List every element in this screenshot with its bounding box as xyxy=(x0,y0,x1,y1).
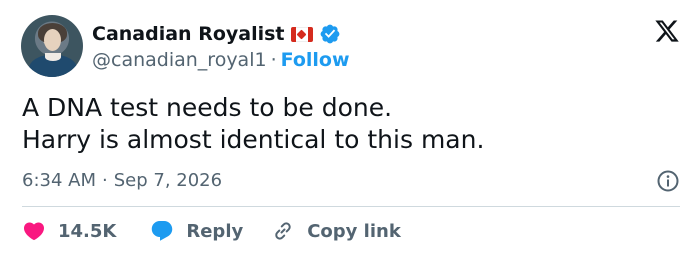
tweet-text: A DNA test needs to be done. Harry is al… xyxy=(22,92,682,156)
speech-bubble-icon xyxy=(152,221,173,241)
copy-link-button[interactable]: Copy link xyxy=(271,219,401,243)
tweet-date: Sep 7, 2026 xyxy=(113,169,223,191)
avatar-face xyxy=(44,29,61,51)
avatar[interactable] xyxy=(21,15,83,77)
timestamp-separator: · xyxy=(102,169,108,191)
author-handle[interactable]: @canadian_royal1 xyxy=(92,49,267,71)
canada-flag-icon xyxy=(290,26,313,42)
heart-icon xyxy=(23,222,45,241)
verified-badge-icon xyxy=(320,24,339,44)
author-handle-row: @canadian_royal1 · Follow xyxy=(92,48,350,72)
tweet-actions: 14.5K Reply Copy link xyxy=(22,217,401,245)
info-icon[interactable] xyxy=(656,169,680,193)
author-name-row: Canadian Royalist xyxy=(92,21,341,47)
handle-separator: · xyxy=(270,49,277,71)
tweet-line: A DNA test needs to be done. xyxy=(22,93,393,122)
tweet-timestamp[interactable]: 6:34 AM · Sep 7, 2026 xyxy=(22,167,222,193)
reply-label: Reply xyxy=(186,220,244,242)
divider xyxy=(22,206,680,207)
link-icon xyxy=(275,222,291,240)
like-count: 14.5K xyxy=(58,220,117,242)
x-logo-icon[interactable] xyxy=(654,18,680,44)
copy-link-label: Copy link xyxy=(307,220,401,242)
like-button[interactable]: 14.5K xyxy=(22,219,116,243)
reply-button[interactable]: Reply xyxy=(150,219,243,243)
author-display-name[interactable]: Canadian Royalist xyxy=(92,23,285,45)
avatar-collar xyxy=(45,53,61,61)
tweet-line: Harry is almost identical to this man. xyxy=(22,125,485,154)
tweet-time: 6:34 AM xyxy=(22,169,96,191)
follow-button[interactable]: Follow xyxy=(281,49,350,71)
